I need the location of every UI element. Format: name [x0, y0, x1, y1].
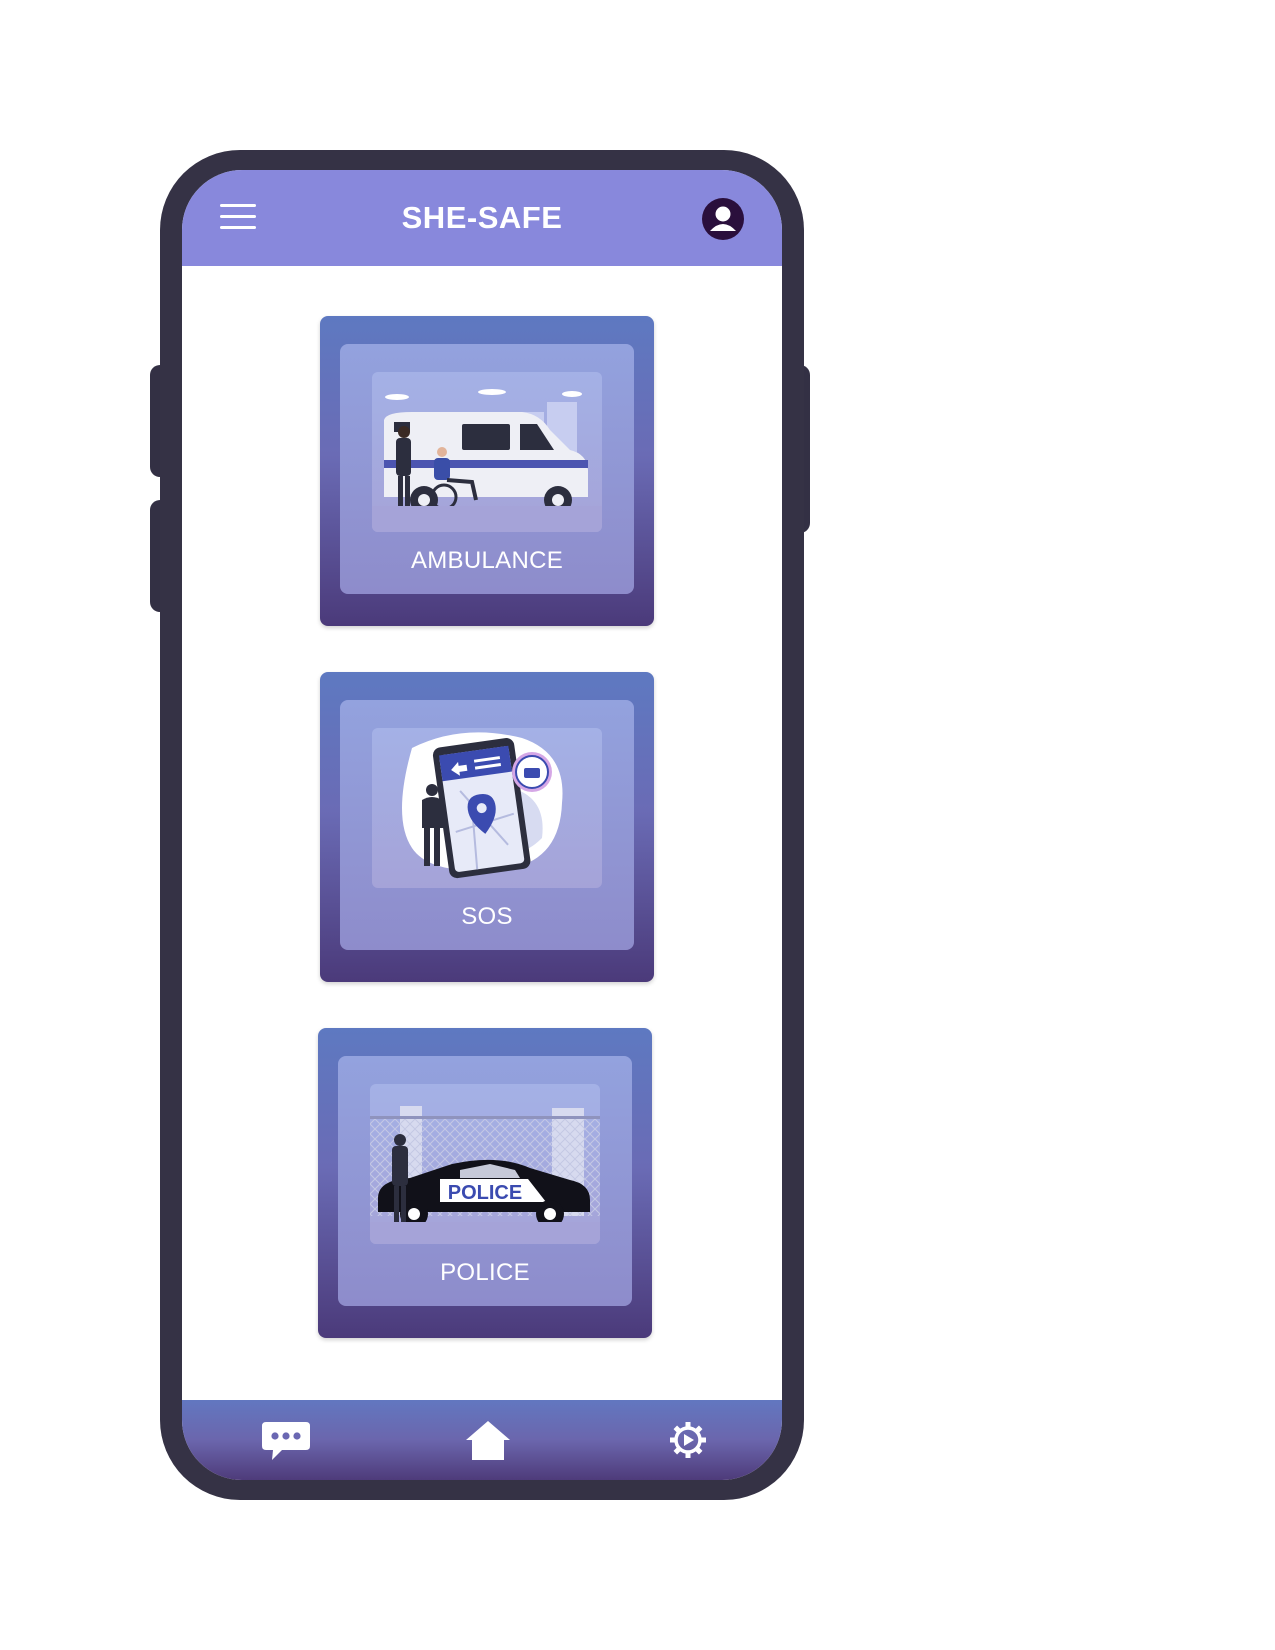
ambulance-card[interactable]: AMBULANCE [320, 316, 654, 626]
police-label: POLICE [440, 1259, 530, 1286]
chat-icon[interactable] [260, 1418, 312, 1462]
svg-text:POLICE: POLICE [448, 1182, 522, 1204]
ambulance-illustration [372, 372, 602, 532]
sos-label: SOS [461, 903, 513, 930]
user-avatar-icon[interactable] [702, 198, 744, 240]
phone-frame: SHE-SAFE AMBULANCE SOS POLICE POLICE [160, 150, 804, 1500]
settings-icon[interactable] [662, 1418, 714, 1462]
police-card-inner: POLICE POLICE [338, 1056, 632, 1306]
app-title: SHE-SAFE [401, 200, 563, 235]
home-icon[interactable] [462, 1418, 514, 1462]
bottom-navigation-bar [182, 1400, 782, 1480]
sos-card-inner: SOS [340, 700, 634, 950]
police-card[interactable]: POLICE POLICE [318, 1028, 652, 1338]
app-screen: SHE-SAFE AMBULANCE SOS POLICE POLICE [182, 170, 782, 1480]
ambulance-label: AMBULANCE [410, 547, 564, 574]
police-illustration: POLICE [370, 1084, 600, 1244]
ambulance-card-inner: AMBULANCE [340, 344, 634, 594]
top-app-bar: SHE-SAFE [182, 170, 782, 266]
sos-illustration [372, 728, 602, 888]
sos-card[interactable]: SOS [320, 672, 654, 982]
